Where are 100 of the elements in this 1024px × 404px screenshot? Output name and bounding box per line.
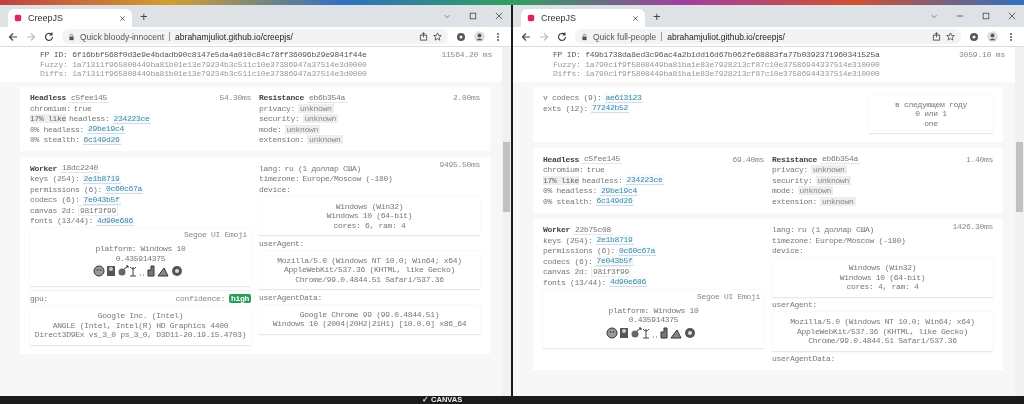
field-label: security:	[772, 175, 813, 185]
panel-text: 0.435914375	[627, 315, 680, 325]
hash-link[interactable]: 7e043b5f	[595, 256, 634, 267]
browser-tab[interactable]: CreepJS	[521, 9, 645, 27]
fuzzy-hash: Fuzzy: 1a71311f965808449ba81b01e13e79234b3c511c10e37386947a37514e3d0000	[40, 59, 368, 69]
site-label: Quick bloody-innocent	[80, 31, 165, 42]
field-label: codecs (6):	[30, 195, 80, 205]
field-value: unknown	[797, 186, 834, 196]
field-label: privacy:	[259, 103, 295, 113]
close-icon[interactable]	[119, 14, 126, 22]
confidence-badge: high	[229, 293, 251, 303]
new-tab-button[interactable]: +	[136, 9, 152, 23]
hash-link[interactable]: 0c60c67a	[105, 184, 144, 195]
maximize-icon[interactable]	[469, 12, 477, 20]
field-label: timezone:	[772, 235, 813, 245]
close-icon[interactable]	[1008, 12, 1016, 20]
hash-link[interactable]: 0c60c67a	[618, 245, 657, 256]
field-label: keys (254):	[30, 174, 80, 184]
score-tag: 17% like	[543, 175, 579, 185]
panel-text: Direct3D9Ex vs_3_0 ps_3_0, D3D11-20.19.15.4703)	[33, 330, 248, 340]
profile-icon[interactable]	[987, 31, 998, 42]
hash-link[interactable]: 29be19c4	[600, 185, 639, 196]
hash-link[interactable]: 29be19c4	[87, 124, 126, 135]
field-value: unknown	[307, 135, 343, 145]
field-value: 981f3f99	[591, 266, 632, 278]
timing-label: 69.40ms	[732, 154, 764, 164]
field-value: unknown	[820, 196, 856, 206]
hash-link[interactable]: 2e1b8719	[82, 173, 121, 184]
hash-link[interactable]: 4d90e686	[609, 277, 648, 288]
field-label: extension:	[259, 135, 304, 145]
close-icon[interactable]	[632, 14, 639, 22]
extension-icon[interactable]	[456, 31, 466, 42]
field-value: Europe/Moscow (-180)	[302, 174, 393, 184]
hash-value: 18dc2240	[60, 163, 101, 174]
field-label: extension:	[772, 196, 817, 206]
profile-icon[interactable]	[474, 31, 485, 42]
panel-text: platform: Windows 10	[94, 244, 187, 254]
timing-label: 3059.10 ms	[959, 50, 1005, 61]
timing-label: 11564.20 ms	[441, 50, 492, 61]
field-label: codecs (6):	[543, 256, 593, 266]
field-value: Europe/Moscow (-180)	[815, 235, 906, 245]
panel-text: Windows 10 (64-bit)	[325, 211, 414, 221]
hash-value: eb6b354a	[307, 92, 348, 103]
timing-label: 54.30ms	[219, 93, 251, 103]
back-arrow-icon[interactable]	[8, 31, 18, 42]
field-label: 0% stealth:	[543, 196, 593, 206]
close-icon[interactable]	[495, 12, 503, 20]
star-icon[interactable]	[433, 32, 442, 41]
field-label: headless:	[69, 114, 110, 124]
field-label: fonts (13/44):	[30, 216, 93, 226]
field-label: lang:	[772, 225, 795, 235]
field-label: userAgent:	[259, 238, 304, 248]
scrollbar[interactable]	[1015, 47, 1024, 396]
hash-link[interactable]: 6c149d26	[595, 196, 634, 207]
scrollbar[interactable]	[502, 47, 511, 396]
share-icon[interactable]	[932, 32, 941, 41]
field-label: v codecs (9):	[543, 93, 602, 103]
panel-text: Google Chrome 99 (99.0.4844.51)	[298, 309, 441, 319]
hash-link[interactable]: 234223ce	[625, 175, 664, 186]
hash-value: c5fee145	[69, 92, 110, 103]
timing-label: 2.00ms	[453, 93, 480, 103]
panel-text: 0 или 1	[914, 109, 948, 119]
panel-text: AppleWebKit/537.36 (KHTML, like Gecko)	[796, 326, 969, 336]
panel-text: Mozilla/5.0 (Windows NT 10.0; Win64; x64)	[276, 255, 463, 265]
fingerprint-id: FP ID: f49b1738da8ed3c96ac4a2b1dd16d67b062fe68883fa77b0392371960341525a	[553, 50, 881, 60]
hash-link[interactable]: 4d90e686	[96, 215, 135, 226]
lock-icon	[68, 32, 75, 41]
field-label: security:	[259, 114, 300, 124]
browser-tab[interactable]: CreepJS	[8, 9, 132, 27]
address-bar[interactable]: Quick bloody-innocent abrahamjuliot.github.io/creepjs/	[62, 29, 448, 44]
star-icon[interactable]	[946, 32, 955, 41]
diffs-hash: Diffs: 1a71311f965808449ba81b01e13e79234b3c511c10e37386947a37514e3d0000	[40, 69, 368, 79]
confidence-label: confidence:	[175, 293, 225, 303]
hash-link[interactable]: 234223ce	[112, 113, 151, 124]
share-icon[interactable]	[419, 32, 428, 41]
back-arrow-icon[interactable]	[521, 31, 531, 42]
field-label: permissions (6):	[543, 246, 615, 256]
hash-link[interactable]: 6c149d26	[82, 134, 121, 145]
url-text: abrahamjuliot.github.io/creepjs/	[175, 31, 293, 42]
panel-text: в следующем году	[894, 99, 968, 109]
hash-link[interactable]: ae613123	[604, 92, 643, 103]
field-label: lang:	[259, 163, 282, 173]
hash-link[interactable]: 2e1b8719	[595, 235, 634, 246]
field-label: userAgentData:	[772, 354, 835, 364]
hash-value: eb6b354a	[820, 154, 861, 165]
extension-icon[interactable]	[969, 31, 979, 42]
hash-link[interactable]: 7e043b5f	[82, 194, 121, 205]
reload-icon[interactable]	[557, 31, 567, 42]
maximize-icon[interactable]	[982, 12, 990, 20]
reload-icon[interactable]	[44, 31, 54, 42]
address-bar[interactable]: Quick full-people abrahamjuliot.github.io/creepjs/	[575, 29, 961, 44]
favicon-icon	[14, 14, 22, 22]
font-caption: Segoe UI Emoji	[184, 230, 247, 240]
field-value: ru (1 доллар США)	[797, 225, 875, 235]
section-title: Worker	[543, 225, 570, 235]
field-label: device:	[772, 246, 804, 256]
hash-link[interactable]: 77242b52	[591, 103, 630, 114]
field-label: device:	[259, 184, 291, 194]
new-tab-button[interactable]: +	[649, 9, 665, 23]
panel-text: Mozilla/5.0 (Windows NT 10.0; Win64; x64)	[789, 317, 976, 327]
